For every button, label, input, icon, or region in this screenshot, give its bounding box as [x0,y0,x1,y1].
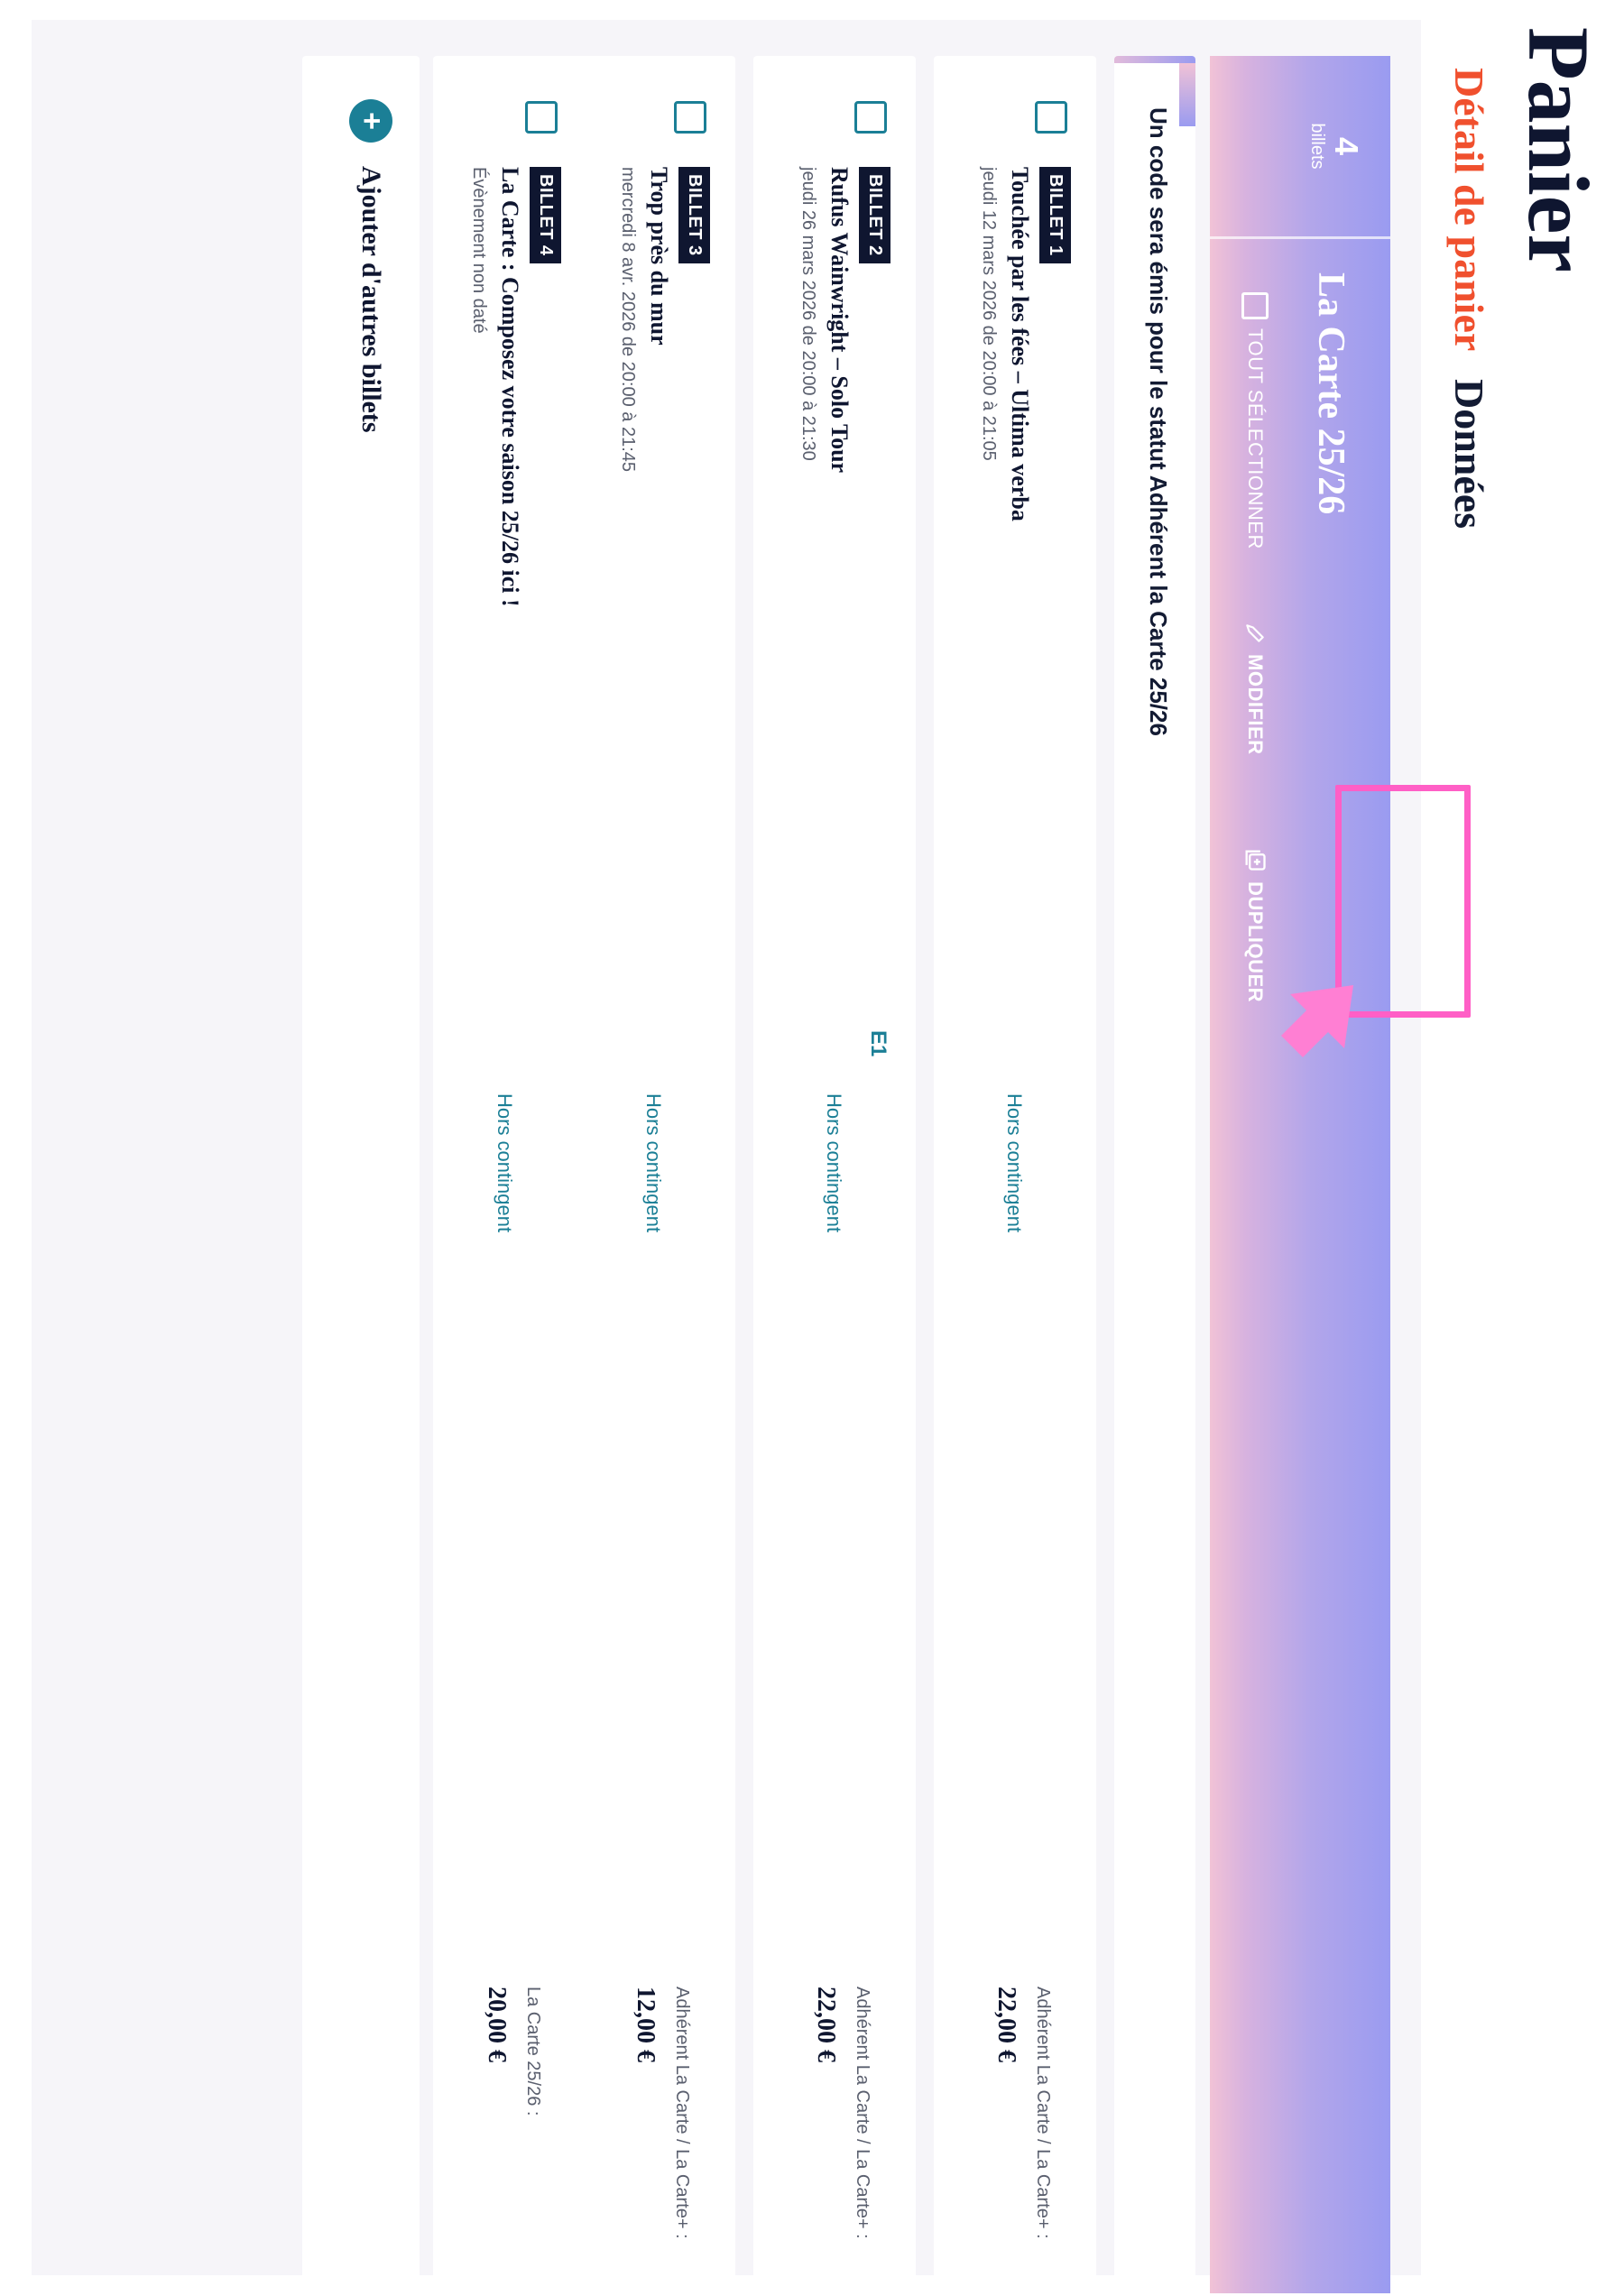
ticket-date: jeudi 12 mars 2026 de 20:00 à 21:05 [979,167,999,461]
ticket-checkbox[interactable] [674,101,706,134]
info-accent-strip [1114,56,1195,63]
duplicate-button[interactable]: DUPLIQUER [1232,847,1278,1002]
duplicate-icon [1242,847,1268,872]
ticket-card: BILLET 2 Rufus Wainwright – Solo Tour je… [753,56,916,2293]
ticket-contingent: Hors contingent [1003,1093,1026,1233]
ticket-card: BILLET 3 Trop près du mur mercredi 8 avr… [573,56,735,2293]
ticket-card: BILLET 1 Touchée par les fées – Ultima v… [934,56,1096,2293]
ticket-price: 20,00 € [483,1987,511,2062]
ticket-badge: BILLET 1 [1039,167,1071,263]
ticket-date: Évènement non daté [469,167,489,334]
ticket-price: 22,00 € [812,1987,840,2062]
ticket-price-label: Adhérent La Carte / La Carte+ : [672,1987,692,2239]
page-title: Panier [1510,27,1607,272]
ticket-name: Trop près du mur [646,167,672,346]
tab-data[interactable]: Données [1445,379,1493,529]
ticket-price-label: Adhérent La Carte / La Carte+ : [1033,1987,1053,2239]
ticket-contingent: Hors contingent [642,1093,665,1233]
highlight-box [1335,785,1471,1018]
pointer-arrow-icon [1281,985,1353,1057]
info-card: Un code sera émis pour le statut Adhéren… [1114,56,1195,2293]
tab-cart-detail[interactable]: Détail de panier [1445,68,1493,351]
modify-label: MODIFIER [1244,654,1267,755]
ticket-checkbox[interactable] [1035,101,1067,134]
ticket-count-label: billets [1307,123,1327,170]
ticket-checkbox[interactable] [854,101,887,134]
ticket-count: 4 billets [1210,56,1390,239]
cart-panel: 4 billets La Carte 25/26 TOUT SÉLECTIONN… [32,20,1421,2293]
ticket-contingent: Hors contingent [494,1093,516,1233]
ticket-date: mercredi 8 avr. 2026 de 20:00 à 21:45 [618,167,638,473]
ticket-checkbox[interactable] [525,101,558,134]
modify-button[interactable]: MODIFIER [1232,622,1278,755]
ticket-price: 22,00 € [992,1987,1020,2062]
ticket-badge: BILLET 4 [530,167,561,263]
group-title: La Carte 25/26 [1310,272,1352,515]
ticket-badge: BILLET 3 [678,167,710,263]
ticket-price: 12,00 € [632,1987,660,2062]
ticket-count-number: 4 [1328,136,1365,156]
info-message: Un code sera émis pour le statut Adhéren… [1145,107,1172,736]
ticket-badge: BILLET 2 [859,167,890,263]
ticket-price-label: La Carte 25/26 : [523,1987,543,2116]
page-stage: Panier Détail de panier Données 4 billet… [0,0,1624,2296]
select-all-checkbox[interactable] [1241,292,1269,319]
pencil-icon [1243,622,1267,645]
ticket-name: La Carte : Composez votre saison 25/26 i… [497,167,523,607]
ticket-contingent: Hors contingent [823,1093,845,1233]
select-all-button[interactable]: TOUT SÉLECTIONNER [1232,292,1278,549]
ticket-group-header: 4 billets La Carte 25/26 TOUT SÉLECTIONN… [1210,56,1390,2293]
ticket-seat: E1 [866,1030,890,1057]
duplicate-label: DUPLIQUER [1244,881,1267,1003]
add-more-tickets-label: Ajouter d'autres billets [356,166,386,433]
plus-circle-icon[interactable]: + [349,99,392,143]
ticket-price-label: Adhérent La Carte / La Carte+ : [853,1987,872,2239]
ticket-name: Touchée par les fées – Ultima verba [1007,167,1033,521]
select-all-label: TOUT SÉLECTIONNER [1244,328,1267,549]
ticket-card: BILLET 4 La Carte : Composez votre saiso… [433,56,586,2293]
ticket-name: Rufus Wainwright – Solo Tour [826,167,853,474]
ticket-date: jeudi 26 mars 2026 de 20:00 à 21:30 [798,167,818,461]
add-more-tickets-button[interactable]: + Ajouter d'autres billets [302,56,420,2293]
